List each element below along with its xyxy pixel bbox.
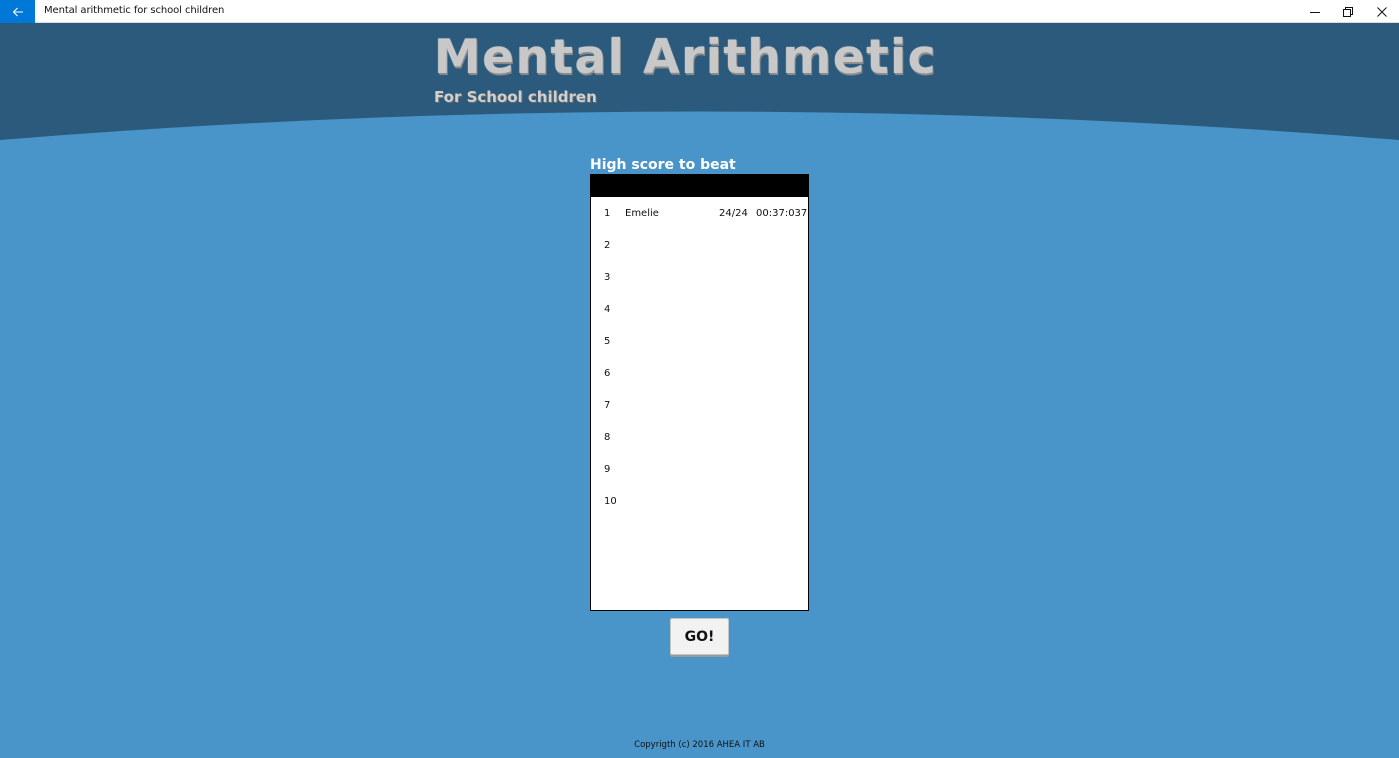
rank-cell: 9 — [604, 464, 611, 475]
title-bar: Mental arithmetic for school children — [0, 0, 1399, 23]
table-row: 9 — [591, 460, 808, 480]
name-cell: Emelie — [625, 208, 659, 219]
arrow-left-icon — [12, 7, 23, 16]
table-row: 5 — [591, 332, 808, 352]
app-subtitle: For School children — [434, 88, 597, 106]
table-row: 3 — [591, 268, 808, 288]
rank-cell: 3 — [604, 272, 611, 283]
table-row: 7 — [591, 396, 808, 416]
score-cell: 24/24 — [719, 208, 748, 219]
table-row: 8 — [591, 428, 808, 448]
restore-button[interactable] — [1331, 0, 1365, 23]
restore-icon — [1343, 6, 1353, 17]
minimize-icon — [1310, 11, 1320, 13]
table-row: 6 — [591, 364, 808, 384]
table-row: 2 — [591, 236, 808, 256]
rank-cell: 6 — [604, 368, 611, 379]
rank-cell: 10 — [604, 496, 617, 507]
go-button[interactable]: GO! — [670, 618, 729, 655]
rank-cell: 8 — [604, 432, 611, 443]
minimize-button[interactable] — [1298, 0, 1332, 23]
rank-cell: 5 — [604, 336, 611, 347]
rank-cell: 2 — [604, 240, 611, 251]
highscore-table: 1 Emelie 24/24 00:37:037 2 3 4 5 6 7 8 9… — [590, 174, 809, 611]
rank-cell: 4 — [604, 304, 611, 315]
close-button[interactable] — [1365, 0, 1399, 23]
table-row: 1 Emelie 24/24 00:37:037 — [591, 204, 808, 224]
back-button[interactable] — [0, 0, 35, 23]
copyright-text: Copyrigth (c) 2016 AHEA IT AB — [634, 740, 765, 750]
highscore-table-header — [591, 175, 808, 197]
table-row: 4 — [591, 300, 808, 320]
close-icon — [1377, 6, 1387, 17]
app-title: Mental Arithmetic — [434, 30, 938, 85]
rank-cell: 7 — [604, 400, 611, 411]
time-cell: 00:37:037 — [756, 208, 808, 219]
window-title: Mental arithmetic for school children — [44, 5, 225, 16]
table-row: 10 — [591, 492, 808, 512]
highscore-heading: High score to beat — [590, 157, 736, 173]
rank-cell: 1 — [604, 208, 611, 219]
